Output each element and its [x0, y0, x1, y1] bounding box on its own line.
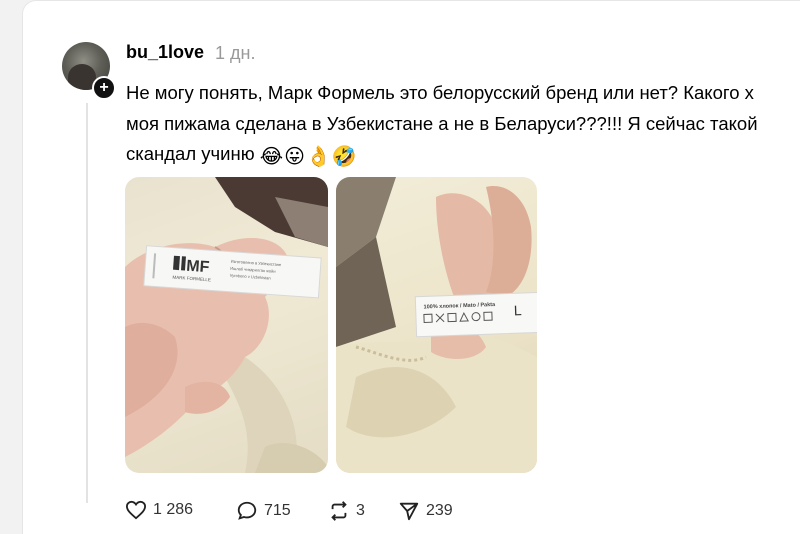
thread-line — [86, 103, 88, 503]
emoji-tongue: 😛 — [284, 144, 305, 168]
share-count: 239 — [426, 502, 453, 519]
emoji-ok-hand: 👌 — [305, 144, 331, 168]
heart-icon — [125, 500, 147, 520]
emoji-rofl: 🤣 — [331, 144, 357, 168]
comment-icon — [237, 501, 257, 520]
like-button[interactable]: 1 286 — [125, 500, 193, 520]
post-text-line-3-text: скандал учиню — [126, 143, 255, 164]
follow-plus-icon[interactable]: + — [92, 76, 116, 100]
like-count: 1 286 — [153, 501, 194, 518]
post-text-line-1: Не могу понять, Марк Формель это белорус… — [126, 82, 754, 103]
emoji-joy: 😂 — [259, 144, 284, 168]
post-text-line-3: скандал учиню 😂😛👌🤣 — [126, 139, 800, 170]
post-text: Не могу понять, Марк Формель это белорус… — [126, 78, 800, 170]
send-icon — [399, 502, 419, 521]
repost-button[interactable]: 3 — [328, 500, 365, 522]
repost-icon — [331, 501, 347, 521]
post-time[interactable]: 1 дн. — [215, 43, 255, 64]
reply-count: 715 — [264, 502, 291, 519]
post-photo-2[interactable]: 100% хлопок / Mato / Pakta L — [336, 177, 537, 473]
username[interactable]: bu_1love — [126, 42, 204, 63]
post-photo-1[interactable]: MF MARK FORMELLE Изготовлено в Узбекиста… — [125, 177, 328, 473]
label-size: L — [514, 302, 523, 318]
repost-count: 3 — [356, 502, 365, 519]
label-brand-mark: MF — [186, 258, 210, 277]
reply-button[interactable]: 715 — [236, 500, 291, 522]
post-text-line-2: моя пижама сделана в Узбекистане а не в … — [126, 112, 758, 134]
share-button[interactable]: 239 — [398, 500, 453, 522]
